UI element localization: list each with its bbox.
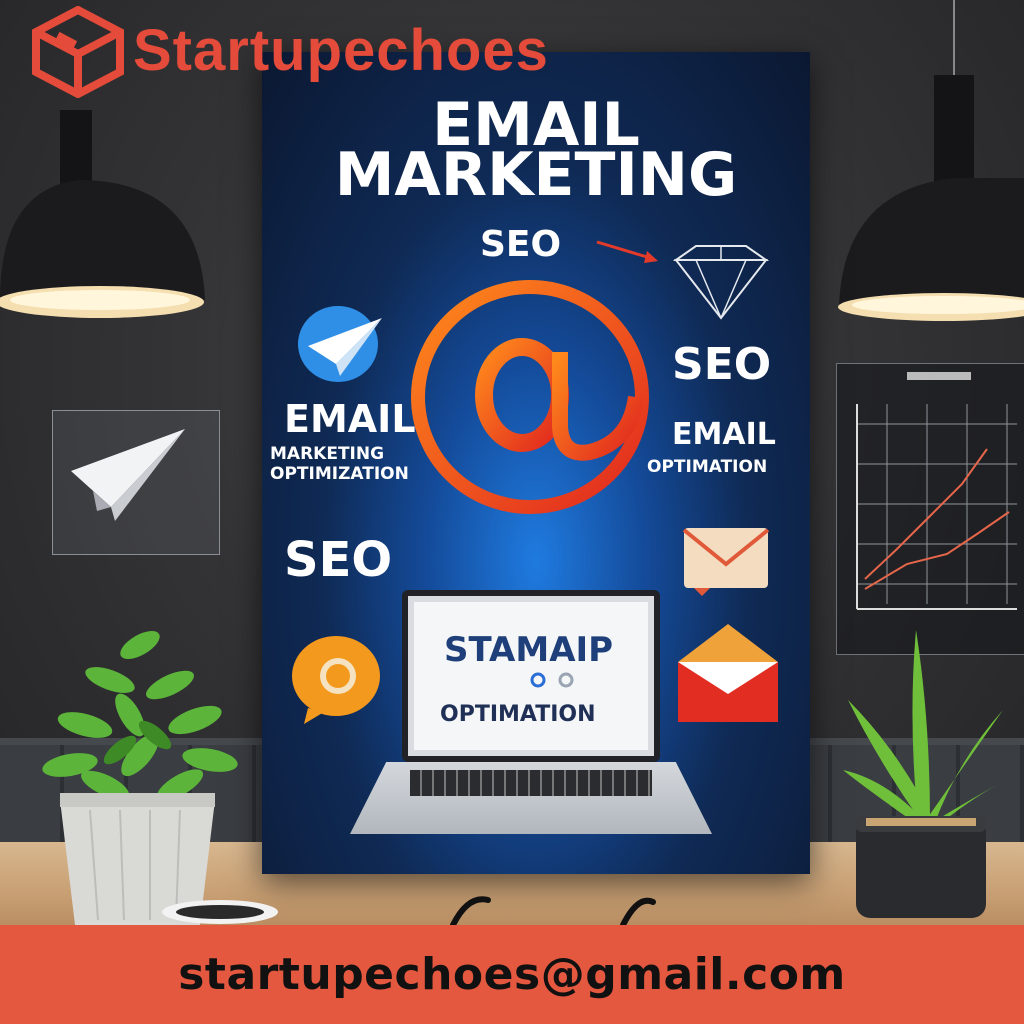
screen-line2: OPTIMATION [440,702,596,727]
diamond-icon [672,245,770,320]
email-left-sub2: OPTIMIZATION [270,464,409,484]
seo-label-top: SEO [480,224,562,265]
footer-bar: startupechoes@gmail.com [0,925,1024,1024]
email-label-right: EMAIL [672,417,776,452]
poster-stand-icon [450,896,656,925]
poster-title-line2: MARKETING [334,140,738,210]
brand-name: Startupechoes [133,18,549,83]
scene-background: EMAIL MARKETING SEO SEO EMAIL MARKETING … [0,0,1024,925]
seo-label-left: SEO [284,532,393,588]
cube-logo-icon [32,5,124,99]
wall-frame-left [52,410,220,555]
pendant-lamp-right-icon [838,0,1024,321]
potted-plant-left-icon [42,631,238,925]
email-left-sub1: MARKETING [270,444,385,464]
at-sign-icon [411,280,649,514]
email-marketing-poster: EMAIL MARKETING SEO SEO EMAIL MARKETING … [262,52,810,874]
coffee-cup-icon [162,900,278,924]
paper-plane-icon [71,429,185,521]
screen-line1: STAMAIP [444,630,614,670]
line-chart-icon [856,404,1017,610]
keyboard-keys [410,770,652,796]
email-right-sub: OPTIMATION [647,457,768,477]
seo-label-right: SEO [672,339,772,390]
dots-icon [530,672,574,688]
email-label-left: EMAIL [284,397,416,441]
paper-plane-badge-icon [298,306,382,382]
laptop-icon: STAMAIP OPTIMATION [350,590,712,840]
potted-plant-right-icon [843,630,1006,918]
chart-title-bar [907,372,971,380]
envelope-icon [682,528,770,596]
laptop-screen: STAMAIP OPTIMATION [402,590,660,762]
brand-logo: Startupechoes [28,5,588,99]
arrow-icon [596,240,658,263]
wall-chart-frame-right [836,363,1024,655]
contact-email[interactable]: startupechoes@gmail.com [0,949,1024,1000]
